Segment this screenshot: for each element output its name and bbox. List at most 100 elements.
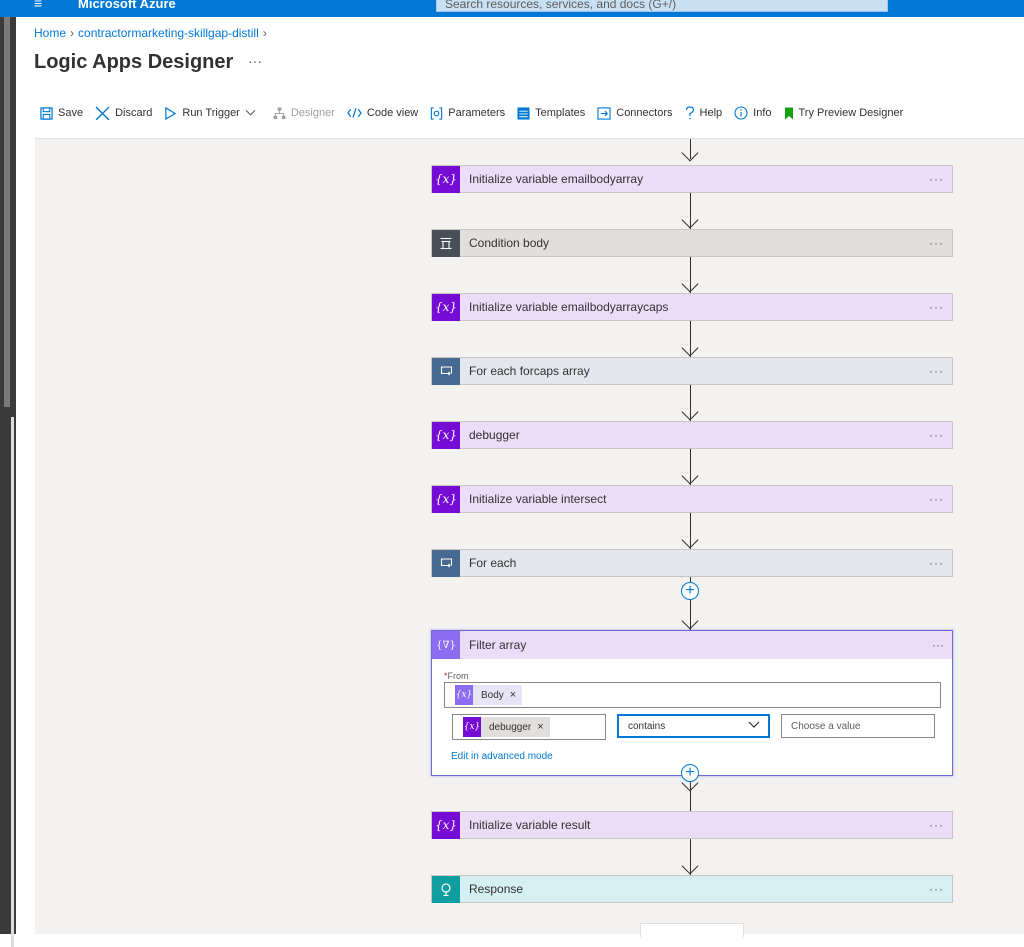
templates-label: Templates	[535, 107, 586, 119]
step-more-button[interactable]: ···	[929, 492, 944, 506]
step-label: For each	[469, 556, 517, 570]
chevron-down-icon	[748, 721, 760, 728]
run-trigger-button[interactable]: Run Trigger	[164, 106, 260, 120]
step-label: Response	[469, 882, 524, 896]
step-more-button[interactable]: ···	[932, 638, 944, 652]
left-divider	[11, 417, 14, 947]
step-label: Filter array	[469, 638, 527, 652]
global-search-input[interactable]: Search resources, services, and docs (G+…	[436, 0, 888, 12]
step-more-button[interactable]: ···	[929, 428, 944, 442]
variable-icon: {x}	[432, 293, 460, 321]
breadcrumb: Home › contractormarketing-skillgap-distil…	[34, 26, 271, 40]
breadcrumb-chevron-icon: ›	[70, 26, 75, 40]
step-more-button[interactable]: ···	[929, 882, 944, 896]
step-more-button[interactable]: ···	[929, 172, 944, 186]
foreach-icon	[432, 549, 460, 577]
code-view-button[interactable]: Code view	[347, 107, 418, 119]
save-label: Save	[58, 107, 84, 119]
try-preview-designer-button[interactable]: Try Preview Designer	[784, 107, 904, 120]
main-blade: Home › contractormarketing-skillgap-distil…	[16, 17, 1024, 937]
step-debugger[interactable]: {x} debugger ···	[431, 421, 953, 449]
step-label: debugger	[469, 428, 520, 442]
variable-icon: {x}	[432, 811, 460, 839]
step-init-intersect[interactable]: {x} Initialize variable intersect ···	[431, 485, 953, 513]
connector-arrow-icon	[681, 339, 699, 357]
left-scroll-thumb	[4, 17, 10, 407]
token-label: debugger	[489, 721, 532, 733]
response-icon	[432, 875, 460, 903]
connectors-icon	[597, 106, 611, 120]
edit-advanced-mode-link[interactable]: Edit in advanced mode	[451, 751, 553, 762]
hamburger-menu-icon[interactable]: ≡	[34, 0, 42, 11]
condition-right-input[interactable]: Choose a value	[781, 714, 935, 738]
designer-toolbar: Save Discard Run Trigger Designer Code v…	[40, 105, 915, 121]
templates-button[interactable]: Templates	[517, 106, 586, 120]
parameters-button[interactable]: Parameters	[430, 106, 505, 120]
step-more-button[interactable]: ···	[929, 364, 944, 378]
foreach-icon	[432, 357, 460, 385]
step-label: Condition body	[469, 236, 550, 250]
discard-label: Discard	[115, 107, 153, 119]
step-foreach-forcaps-array[interactable]: For each forcaps array ···	[431, 357, 953, 385]
step-more-button[interactable]: ···	[929, 300, 944, 314]
body-token[interactable]: {x} Body ×	[455, 685, 523, 705]
step-response[interactable]: Response ···	[431, 875, 953, 903]
step-label: Initialize variable emailbodyarraycaps	[469, 300, 669, 314]
designer-canvas[interactable]: {x} Initialize variable emailbodyarray ·…	[35, 138, 1024, 937]
save-icon	[40, 106, 53, 120]
play-icon	[165, 106, 177, 120]
breadcrumb-home[interactable]: Home	[34, 26, 66, 40]
filter-icon: {∇}	[432, 631, 460, 659]
from-field-label: *From	[444, 671, 469, 681]
step-init-result[interactable]: {x} Initialize variable result ···	[431, 811, 953, 839]
title-more-button[interactable]: ···	[248, 53, 262, 69]
filter-array-header[interactable]: {∇} Filter array ···	[432, 631, 952, 659]
step-more-button[interactable]: ···	[929, 236, 944, 250]
remove-token-close-icon[interactable]: ×	[510, 689, 516, 701]
step-more-button[interactable]: ···	[929, 556, 944, 570]
connectors-button[interactable]: Connectors	[597, 106, 673, 120]
step-label: Initialize variable emailbodyarray	[469, 172, 644, 186]
variable-icon: {x}	[432, 421, 460, 449]
step-init-emailbodyarraycaps[interactable]: {x} Initialize variable emailbodyarrayca…	[431, 293, 953, 321]
code-view-label: Code view	[366, 107, 419, 119]
variable-icon: {x}	[432, 165, 460, 193]
discard-button[interactable]: Discard	[95, 106, 152, 121]
breadcrumb-resource[interactable]: contractormarketing-skillgap-distill	[78, 26, 259, 40]
connector-arrow-icon	[681, 612, 699, 630]
info-label: Info	[753, 107, 772, 119]
bookmark-icon	[784, 107, 793, 119]
save-button[interactable]: Save	[40, 106, 84, 120]
new-step-button[interactable]	[640, 923, 744, 937]
try-preview-label: Try Preview Designer	[798, 107, 904, 119]
from-input[interactable]: {x} Body ×	[444, 682, 941, 708]
chevron-down-icon	[245, 109, 256, 116]
designer-icon	[273, 106, 286, 119]
connector-arrow-icon	[681, 531, 699, 549]
step-more-button[interactable]: ···	[929, 818, 944, 832]
help-button[interactable]: Help	[685, 106, 723, 120]
token-label: Body	[481, 689, 504, 701]
help-label: Help	[699, 107, 723, 119]
condition-left-input[interactable]: {x} debugger ×	[452, 714, 606, 740]
breadcrumb-chevron-icon: ›	[262, 26, 267, 40]
connector-arrow-icon	[681, 857, 699, 875]
step-label: Initialize variable intersect	[469, 492, 607, 506]
connector-arrow-icon	[681, 403, 699, 421]
step-condition-body[interactable]: Condition body ···	[431, 229, 953, 257]
value-placeholder: Choose a value	[791, 721, 861, 732]
dynamic-content-icon: {x}	[455, 685, 473, 705]
azure-brand-title[interactable]: Microsoft Azure	[78, 0, 176, 11]
designer-button[interactable]: Designer	[273, 106, 335, 120]
info-icon	[734, 106, 748, 120]
step-foreach[interactable]: For each ···	[431, 549, 953, 577]
connector-arrow-icon	[681, 211, 699, 229]
debugger-token[interactable]: {x} debugger ×	[463, 717, 550, 737]
info-button[interactable]: Info	[734, 106, 772, 120]
insert-step-plus-button[interactable]: +	[681, 582, 699, 600]
step-init-emailbodyarray[interactable]: {x} Initialize variable emailbodyarray ·…	[431, 165, 953, 193]
operator-select[interactable]: contains	[617, 714, 770, 738]
parameters-icon	[431, 106, 443, 120]
step-filter-array[interactable]: {∇} Filter array ··· *From {x} Body × {x…	[431, 630, 953, 776]
remove-token-close-icon[interactable]: ×	[537, 721, 543, 733]
